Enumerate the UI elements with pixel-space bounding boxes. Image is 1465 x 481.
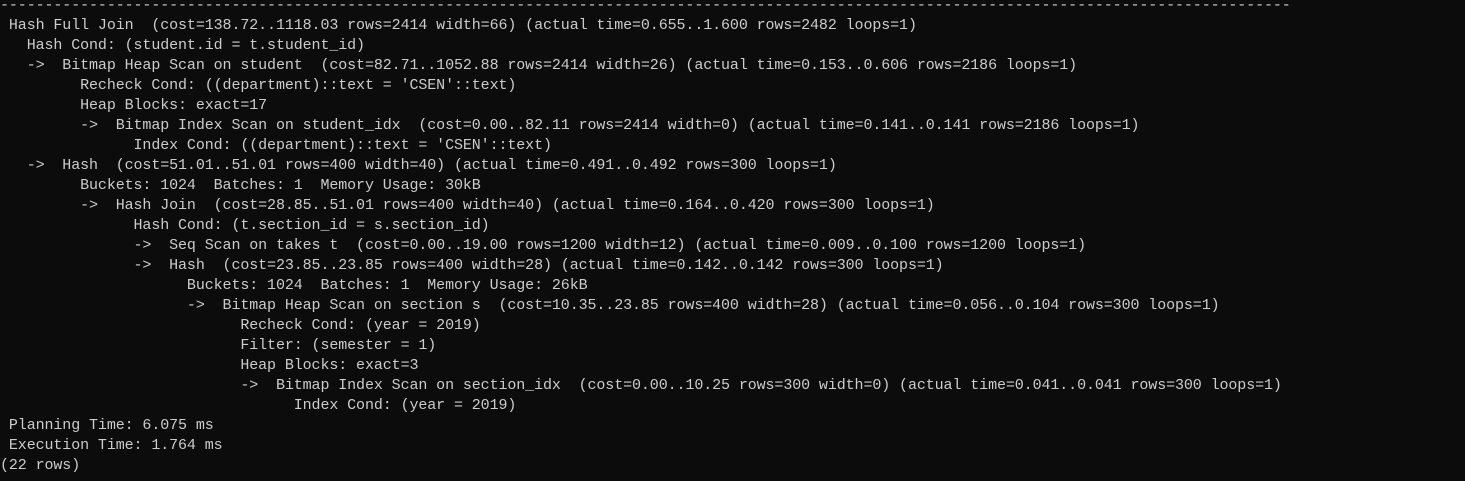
terminal-output: ----------------------------------------… [0, 0, 1465, 476]
separator-line: ----------------------------------------… [0, 0, 1291, 14]
plan-line: Filter: (semester = 1) [0, 337, 437, 354]
plan-line: -> Hash Join (cost=28.85..51.01 rows=400… [0, 197, 935, 214]
plan-line: Buckets: 1024 Batches: 1 Memory Usage: 2… [0, 277, 588, 294]
row-count: (22 rows) [0, 457, 81, 474]
plan-line: Heap Blocks: exact=17 [0, 97, 268, 114]
plan-line: -> Bitmap Index Scan on student_idx (cos… [0, 117, 1140, 134]
plan-line: Buckets: 1024 Batches: 1 Memory Usage: 3… [0, 177, 481, 194]
plan-line: -> Hash (cost=23.85..23.85 rows=400 widt… [0, 257, 944, 274]
plan-line: Planning Time: 6.075 ms [0, 417, 214, 434]
plan-line: Execution Time: 1.764 ms [0, 437, 223, 454]
plan-line: -> Bitmap Index Scan on section_idx (cos… [0, 377, 1282, 394]
plan-line: Hash Cond: (t.section_id = s.section_id) [0, 217, 490, 234]
query-plan: Hash Full Join (cost=138.72..1118.03 row… [0, 16, 1465, 456]
plan-line: Recheck Cond: (year = 2019) [0, 317, 481, 334]
plan-line: -> Hash (cost=51.01..51.01 rows=400 widt… [0, 157, 837, 174]
plan-line: Hash Full Join (cost=138.72..1118.03 row… [0, 17, 917, 34]
plan-line: -> Bitmap Heap Scan on section s (cost=1… [0, 297, 1220, 314]
plan-line: Index Cond: ((department)::text = 'CSEN'… [0, 137, 552, 154]
plan-line: Recheck Cond: ((department)::text = 'CSE… [0, 77, 517, 94]
plan-line: -> Bitmap Heap Scan on student (cost=82.… [0, 57, 1078, 74]
plan-line: -> Seq Scan on takes t (cost=0.00..19.00… [0, 237, 1087, 254]
plan-line: Heap Blocks: exact=3 [0, 357, 419, 374]
plan-line: Hash Cond: (student.id = t.student_id) [0, 37, 365, 54]
plan-line: Index Cond: (year = 2019) [0, 397, 517, 414]
